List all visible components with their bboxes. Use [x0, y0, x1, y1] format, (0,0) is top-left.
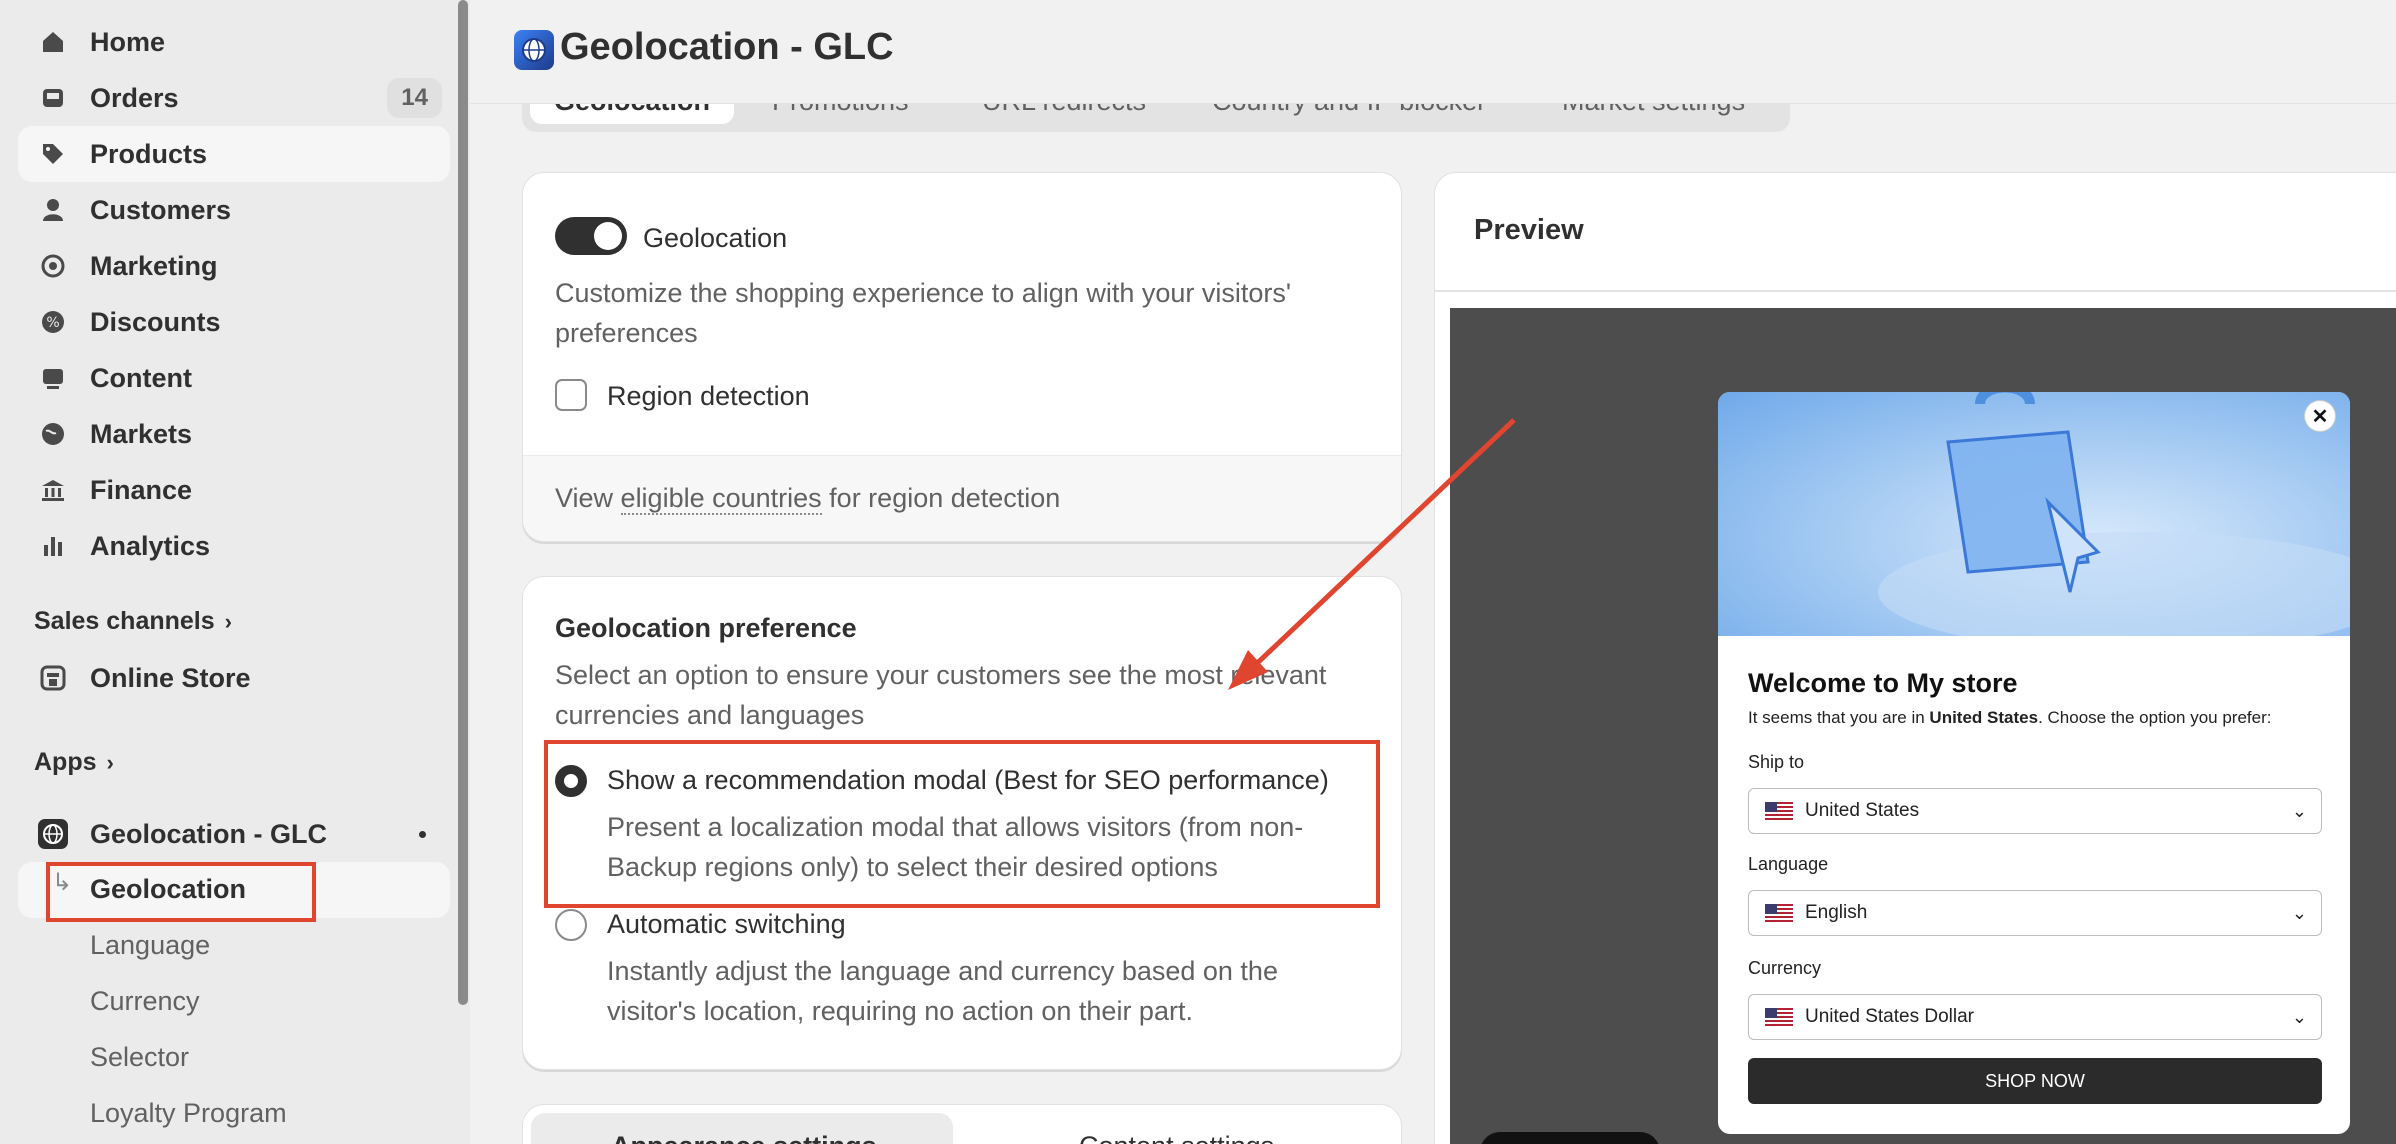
annotation-arrow-icon [1228, 418, 1516, 690]
